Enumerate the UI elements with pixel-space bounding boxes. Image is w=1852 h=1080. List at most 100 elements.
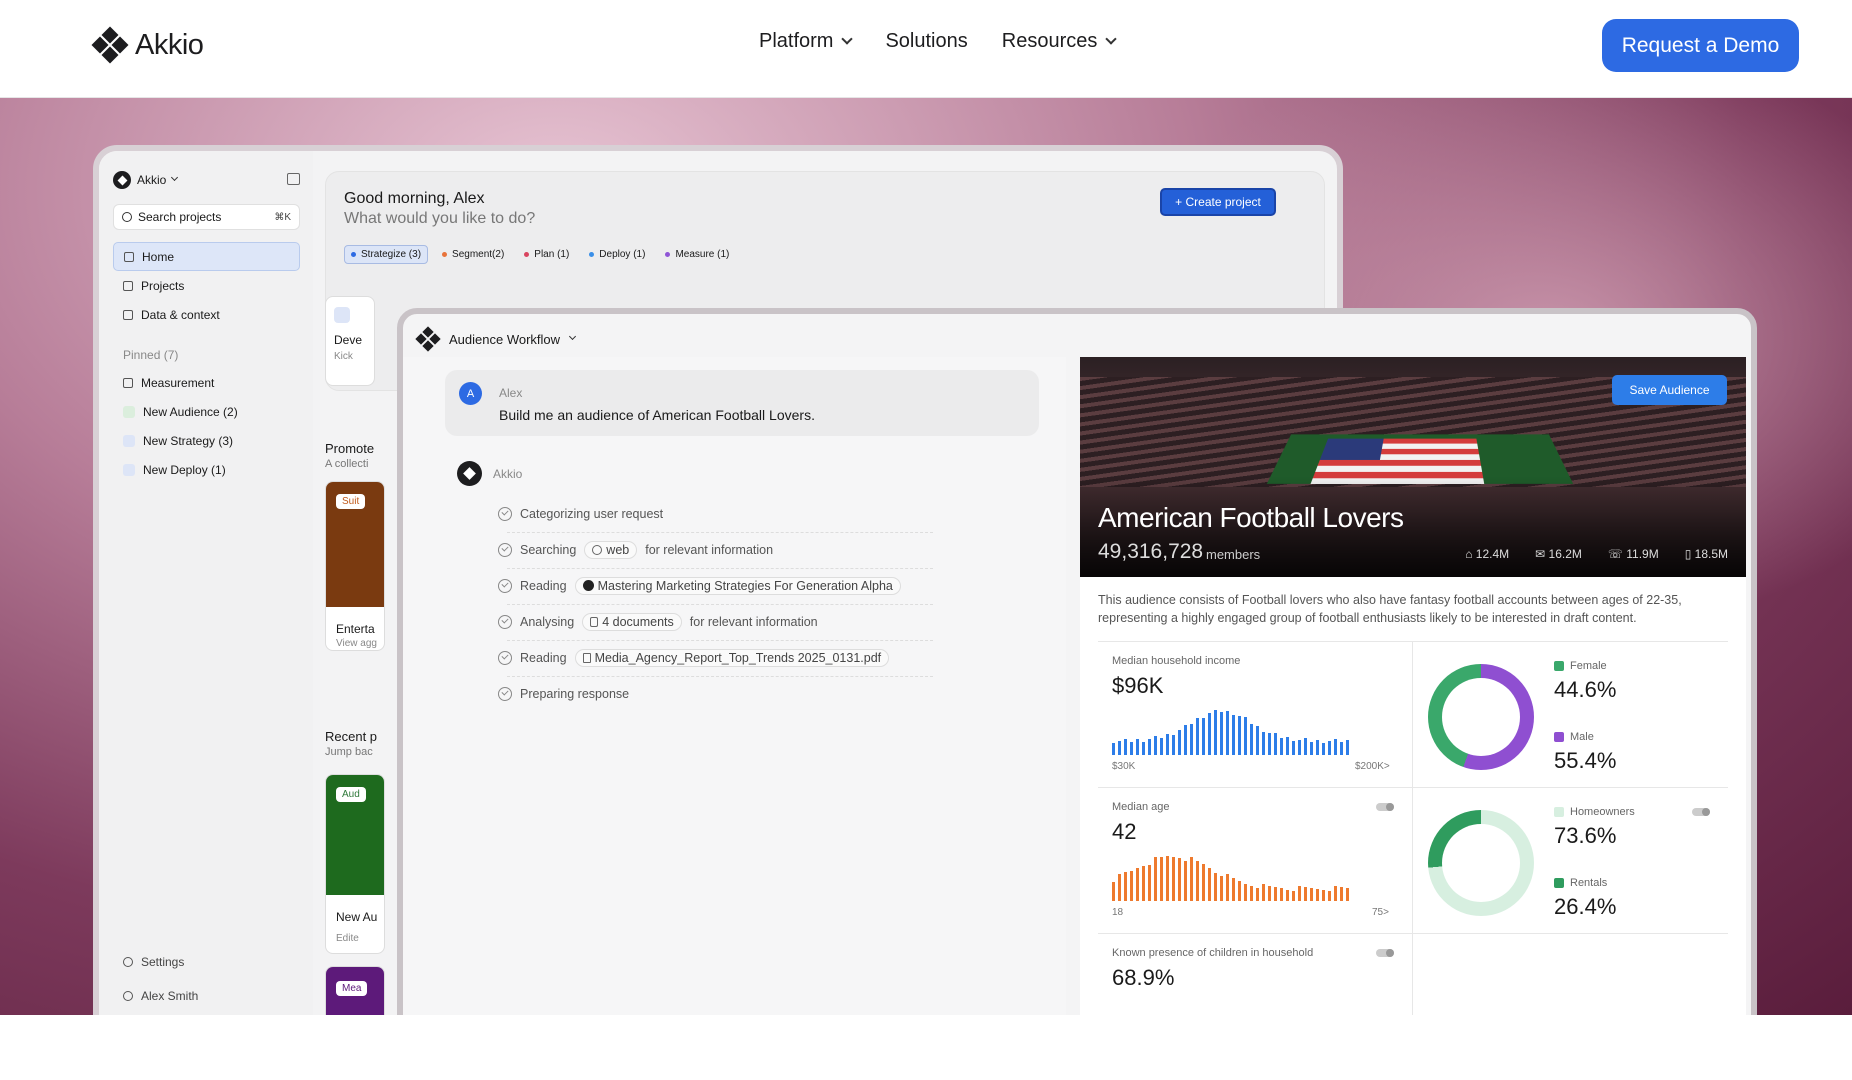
- divider: [1098, 787, 1728, 788]
- legend-label: Homeowners: [1570, 806, 1635, 818]
- akkio-logo[interactable]: Akkio: [91, 26, 204, 64]
- step-analysing: Analysing 4 documents for relevant informa…: [498, 603, 933, 641]
- age-toggle[interactable]: [1376, 803, 1394, 811]
- settings-link[interactable]: Settings: [123, 955, 184, 969]
- sidebar-item-label: Data & context: [141, 307, 220, 322]
- histogram-bar: [1208, 868, 1211, 901]
- histogram-bar: [1328, 891, 1331, 901]
- save-audience-button[interactable]: Save Audience: [1612, 375, 1727, 405]
- homeowner-toggle[interactable]: [1692, 808, 1710, 816]
- audience-panel: Save Audience American Football Lovers 4…: [1080, 357, 1746, 1015]
- legend-homeowners: Homeowners: [1554, 806, 1635, 818]
- pinned-item-label: New Deploy (1): [143, 462, 226, 477]
- menu-platform[interactable]: Platform: [759, 30, 854, 53]
- histogram-bar: [1256, 888, 1259, 901]
- chip-dot: [351, 252, 356, 257]
- user-icon: [123, 991, 133, 1001]
- histogram-bar: [1238, 881, 1241, 901]
- assistant-name: Akkio: [493, 467, 523, 481]
- menu-solutions[interactable]: Solutions: [885, 30, 967, 53]
- menu-resources[interactable]: Resources: [1002, 30, 1118, 53]
- children-toggle[interactable]: [1376, 949, 1394, 957]
- pdf-pill-label: Media_Agency_Report_Top_Trends 2025_0131…: [594, 650, 882, 665]
- pdf-pill[interactable]: Media_Agency_Report_Top_Trends 2025_0131…: [574, 648, 890, 667]
- user-name: Alex: [499, 386, 523, 400]
- akkio-logo-icon: [91, 26, 129, 64]
- check-circle-icon: [498, 542, 512, 557]
- pinned-item-label: Measurement: [141, 375, 215, 390]
- project-card[interactable]: Deve Kick: [325, 296, 375, 386]
- chevron-down-icon: [569, 332, 577, 341]
- step-preparing: Preparing response: [498, 675, 933, 713]
- search-input[interactable]: Search projects ⌘K: [113, 204, 300, 230]
- histogram-bar: [1172, 735, 1175, 755]
- step-label: Preparing response: [520, 687, 630, 701]
- histogram-bar: [1184, 725, 1187, 755]
- audience-description: This audience consists of Football lover…: [1098, 593, 1682, 625]
- pinned-item-strategy[interactable]: New Strategy (3): [113, 426, 300, 455]
- document-pill[interactable]: Mastering Marketing Strategies For Gener…: [574, 576, 901, 595]
- histogram-bar: [1232, 878, 1235, 901]
- sidebar-item-projects[interactable]: Projects: [113, 271, 300, 300]
- workflow-header[interactable]: Audience Workflow: [415, 326, 577, 352]
- income-axis-min: $30K: [1112, 761, 1136, 772]
- pinned-item-audience[interactable]: New Audience (2): [113, 397, 300, 426]
- globe-icon: [592, 544, 603, 555]
- database-icon: [123, 309, 133, 320]
- histogram-bar: [1124, 872, 1127, 901]
- chip-measure[interactable]: Measure (1): [659, 245, 735, 264]
- measurement-icon: [123, 377, 133, 388]
- sidebar-item-home[interactable]: Home: [113, 242, 300, 271]
- promoted-tile[interactable]: Suit Enterta View agg: [325, 481, 385, 651]
- category-chips: Strategize (3) Segment(2) Plan (1) Deplo…: [344, 245, 735, 264]
- workspace-switcher[interactable]: Akkio: [113, 171, 179, 189]
- histogram-bar: [1172, 857, 1175, 901]
- legend-swatch: [1554, 807, 1564, 817]
- step-searching: Searching web for relevant information: [498, 531, 933, 569]
- legend-label: Male: [1570, 731, 1594, 743]
- pinned-item-measurement[interactable]: Measurement: [113, 368, 300, 397]
- file-icon: [582, 652, 591, 663]
- pinned-item-deploy[interactable]: New Deploy (1): [113, 455, 300, 484]
- histogram-bar: [1184, 861, 1187, 901]
- chip-deploy[interactable]: Deploy (1): [583, 245, 651, 264]
- age-value: 42: [1112, 819, 1137, 844]
- histogram-bar: [1262, 884, 1265, 901]
- sidebar-item-data-context[interactable]: Data & context: [113, 300, 300, 329]
- tile-subtitle: Edite: [336, 933, 359, 944]
- sidebar-toggle-icon[interactable]: [287, 173, 300, 185]
- age-axis-max: 75>: [1372, 907, 1389, 918]
- stat-device: ▯ 18.5M: [1684, 547, 1728, 561]
- rentals-value: 26.4%: [1554, 894, 1617, 919]
- menu-solutions-label: Solutions: [885, 30, 968, 52]
- histogram-bar: [1298, 740, 1301, 755]
- documents-pill[interactable]: 4 documents: [582, 612, 682, 631]
- divider: [1412, 641, 1413, 1015]
- user-profile[interactable]: Alex Smith: [123, 989, 198, 1003]
- histogram-bar: [1130, 742, 1133, 755]
- recent-section-title: Recent p: [325, 729, 378, 744]
- chip-strategize[interactable]: Strategize (3): [344, 245, 429, 264]
- chip-segment[interactable]: Segment(2): [436, 245, 510, 264]
- histogram-bar: [1244, 884, 1247, 901]
- histogram-bar: [1130, 871, 1133, 901]
- histogram-bar: [1178, 730, 1181, 755]
- recent-tile[interactable]: Aud New Au Edite: [325, 774, 385, 954]
- histogram-bar: [1322, 743, 1325, 755]
- histogram-bar: [1220, 876, 1223, 901]
- request-demo-button[interactable]: Request a Demo: [1602, 19, 1799, 72]
- histogram-bar: [1202, 864, 1205, 901]
- recent-tile[interactable]: Mea: [325, 966, 385, 1015]
- chip-plan[interactable]: Plan (1): [518, 245, 575, 264]
- pinned-header[interactable]: Pinned (7): [123, 348, 178, 362]
- histogram-bar: [1268, 733, 1271, 755]
- project-card-subtitle: Kick: [334, 351, 353, 362]
- source-pill[interactable]: web: [584, 540, 638, 559]
- search-placeholder: Search projects: [138, 210, 222, 224]
- legend-label: Female: [1570, 660, 1607, 672]
- chip-label: Strategize (3): [361, 249, 422, 260]
- chat-panel: A Alex Build me an audience of American …: [403, 357, 1066, 1015]
- legend-female: Female: [1554, 660, 1607, 672]
- create-project-button[interactable]: + Create project: [1160, 188, 1276, 216]
- check-circle-icon: [498, 687, 512, 701]
